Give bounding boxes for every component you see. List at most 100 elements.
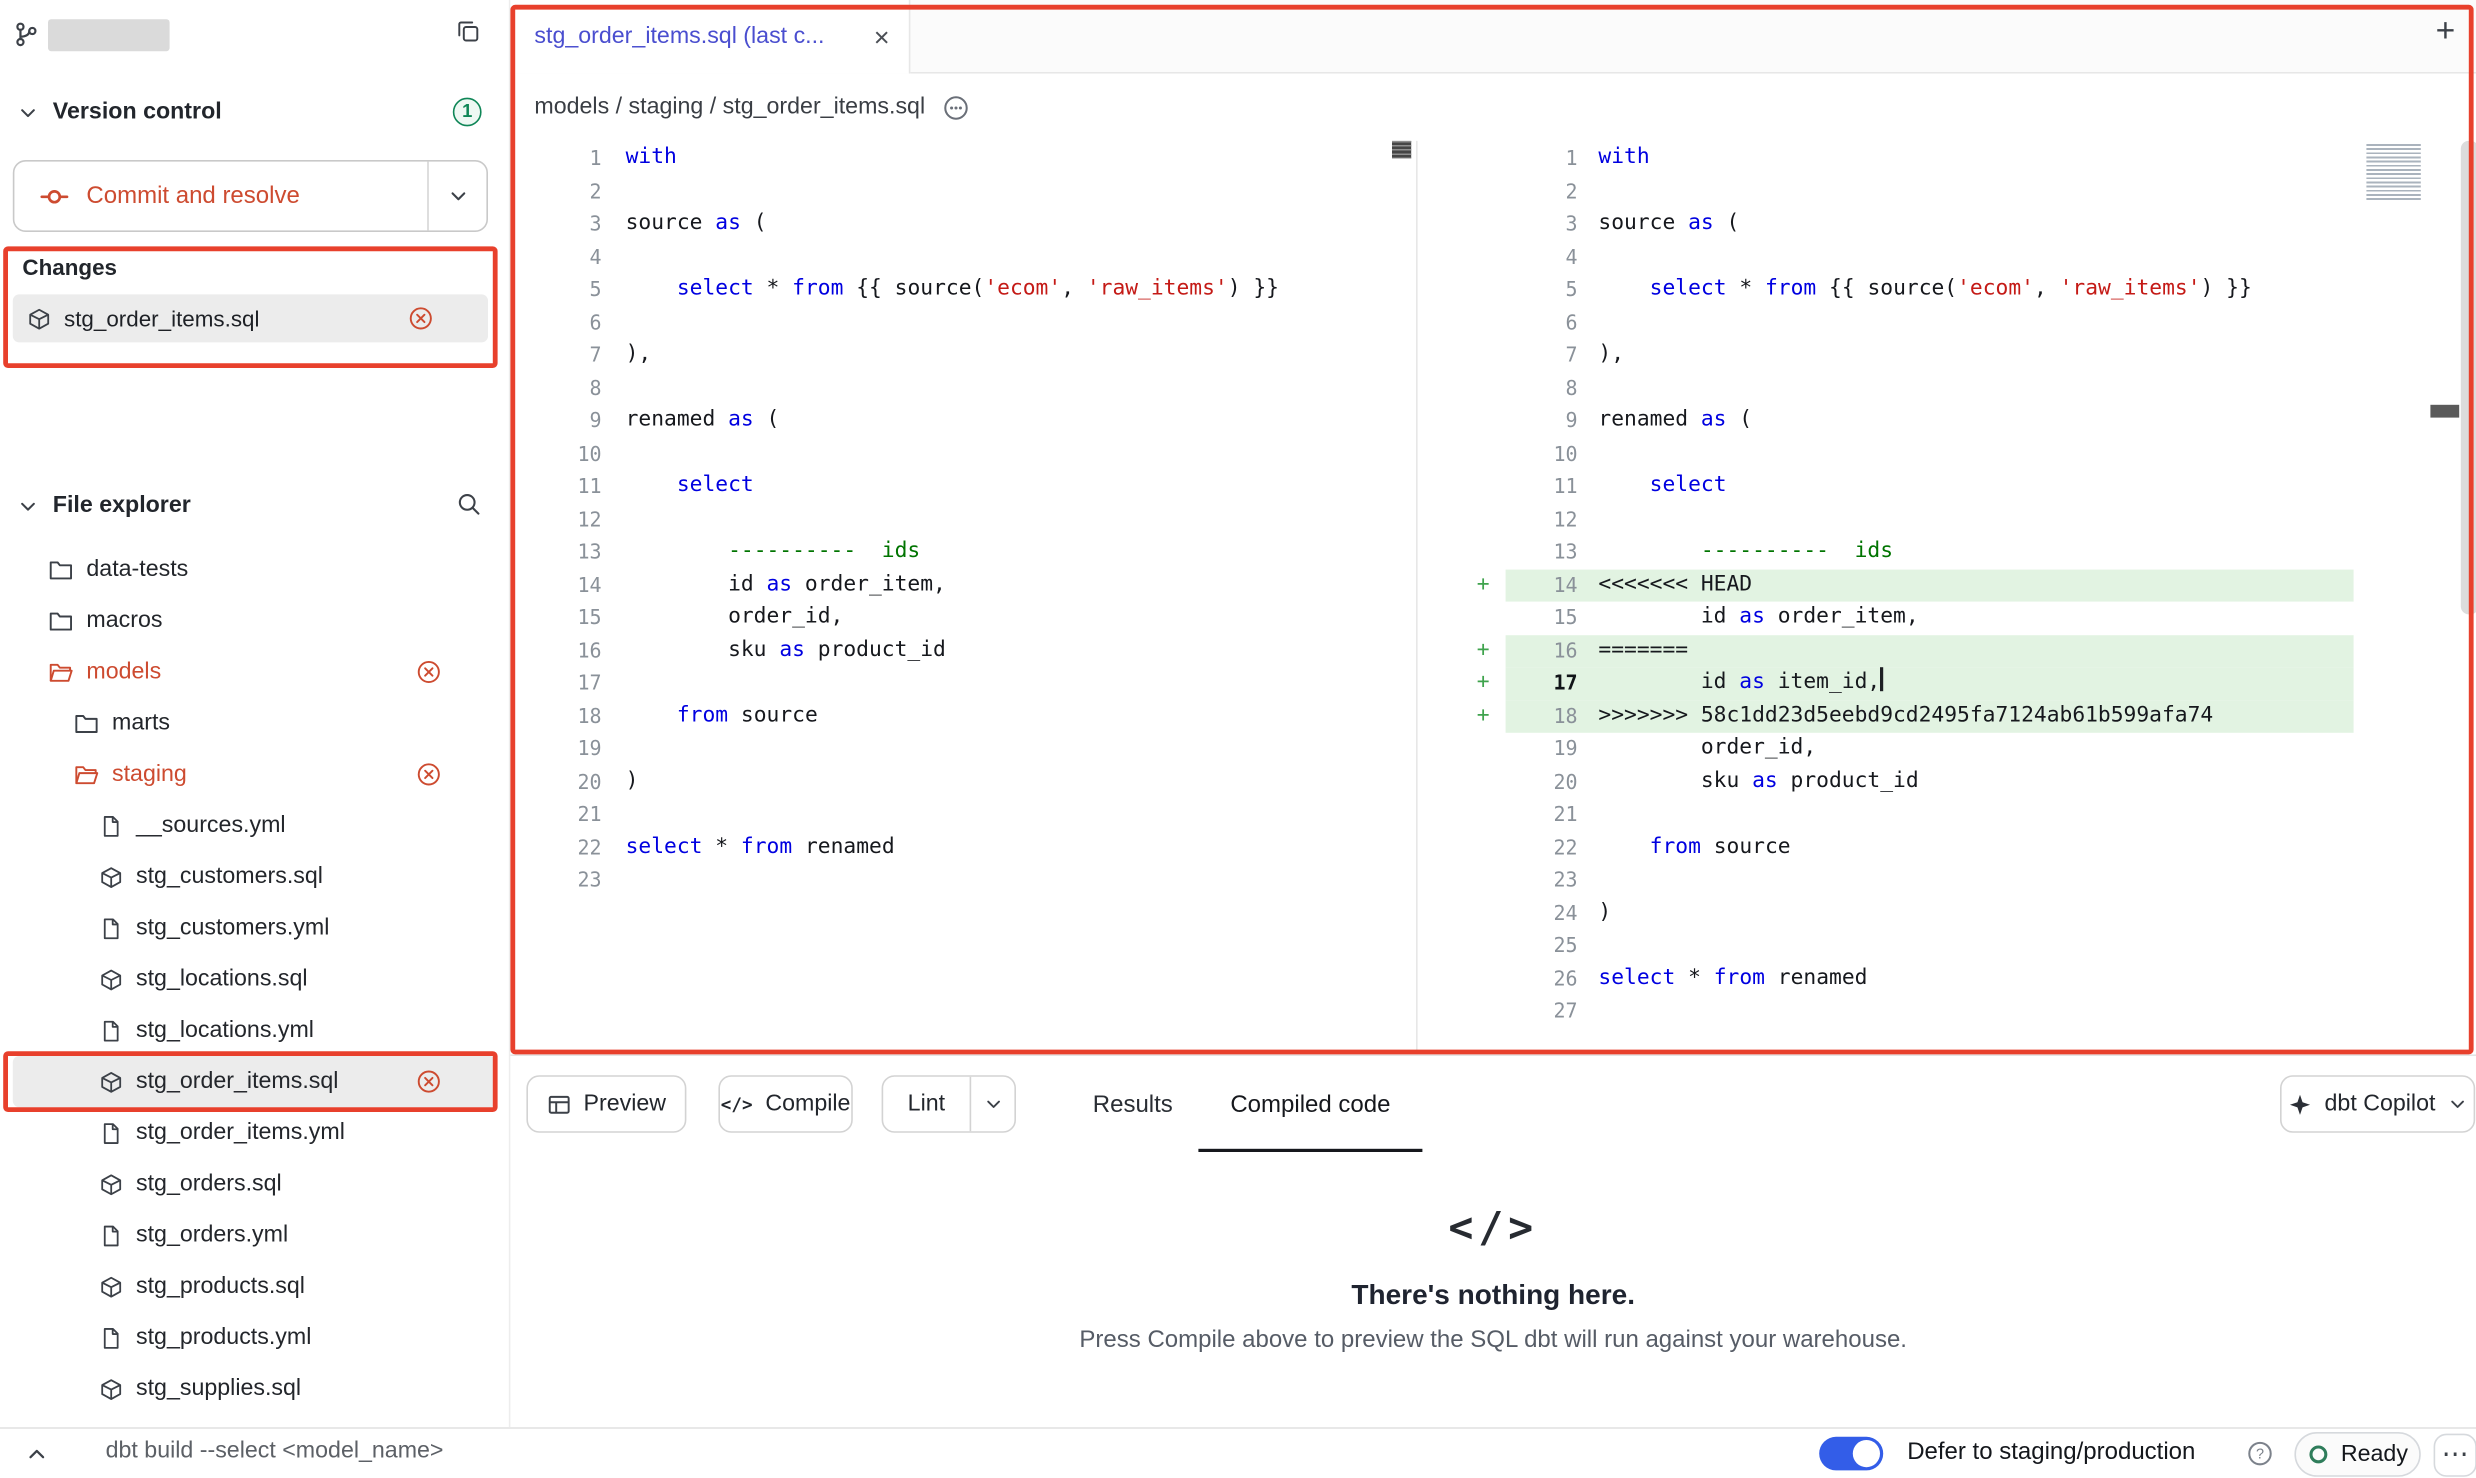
copy-icon[interactable] bbox=[456, 19, 480, 43]
conflict-icon[interactable] bbox=[416, 762, 442, 788]
code-line: 22 from source bbox=[1418, 831, 2476, 864]
help-icon[interactable]: ? bbox=[2246, 1439, 2273, 1466]
editor-area: stg_order_items.sql (last c... × + model… bbox=[509, 0, 2476, 1426]
diff-pane-modified[interactable]: 1with23source as (45 select * from {{ so… bbox=[1418, 142, 2476, 1028]
compile-button[interactable]: </> Compile bbox=[718, 1075, 852, 1133]
file-explorer-item-marts[interactable]: marts bbox=[13, 698, 496, 749]
preview-button[interactable]: Preview bbox=[526, 1075, 686, 1133]
tab-stg-order-items[interactable]: stg_order_items.sql (last c... × bbox=[510, 0, 910, 74]
chevron-up-icon[interactable] bbox=[26, 1442, 48, 1464]
file-explorer-item-stg-order-items-sql[interactable]: stg_order_items.sql bbox=[13, 1056, 496, 1107]
scrollbar-thumb[interactable] bbox=[2461, 141, 2476, 615]
line-number: 17 bbox=[1506, 667, 1578, 700]
code-line: 6 bbox=[1418, 306, 2476, 339]
diff-added-marker bbox=[1418, 438, 1506, 471]
version-control-title: Version control bbox=[53, 99, 222, 125]
dbt-copilot-button[interactable]: dbt Copilot bbox=[2280, 1075, 2475, 1133]
diff-added-marker: + bbox=[1418, 667, 1506, 700]
line-number: 23 bbox=[510, 864, 601, 897]
line-number: 16 bbox=[510, 634, 601, 667]
line-number: 26 bbox=[1506, 962, 1578, 995]
commit-options-dropdown[interactable] bbox=[427, 162, 486, 231]
file-explorer-item-models[interactable]: models bbox=[13, 646, 496, 697]
more-options-button[interactable]: ⋯ bbox=[2434, 1433, 2476, 1476]
file-icon bbox=[99, 1326, 123, 1350]
breadcrumb[interactable]: models / staging / stg_order_items.sql bbox=[534, 94, 925, 120]
editor-tab-bar: stg_order_items.sql (last c... × + bbox=[510, 0, 2476, 74]
line-number: 2 bbox=[510, 175, 601, 208]
model-icon bbox=[99, 967, 123, 991]
file-explorer-item-stg-locations-sql[interactable]: stg_locations.sql bbox=[13, 954, 496, 1005]
code-text: from source bbox=[602, 700, 818, 733]
code-line: 18 from source bbox=[510, 700, 1416, 733]
tab-compiled-code[interactable]: Compiled code bbox=[1198, 1056, 1422, 1152]
diff-added-marker bbox=[1418, 142, 1506, 175]
minimap-left[interactable] bbox=[1392, 141, 1411, 159]
file-explorer-item-stg-locations-yml[interactable]: stg_locations.yml bbox=[13, 1005, 496, 1056]
line-number: 4 bbox=[1506, 241, 1578, 274]
lint-options-dropdown[interactable] bbox=[970, 1077, 1015, 1131]
file-explorer-item-stg-products-yml[interactable]: stg_products.yml bbox=[13, 1312, 496, 1363]
lint-button[interactable]: Lint bbox=[883, 1077, 969, 1131]
diff-added-marker bbox=[1418, 602, 1506, 635]
ready-status-pill[interactable]: Ready bbox=[2294, 1431, 2420, 1476]
file-explorer-item--sources-yml[interactable]: __sources.yml bbox=[13, 800, 496, 851]
code-line: 20) bbox=[510, 766, 1416, 799]
defer-toggle[interactable] bbox=[1819, 1437, 1883, 1471]
file-name: macros bbox=[86, 608, 162, 634]
folder-open-icon bbox=[48, 659, 74, 685]
changed-file-row[interactable]: stg_order_items.sql bbox=[13, 294, 488, 342]
file-explorer-item-stg-orders-yml[interactable]: stg_orders.yml bbox=[13, 1210, 496, 1261]
lineage-icon[interactable] bbox=[943, 94, 970, 121]
overview-ruler-mark bbox=[2430, 405, 2459, 418]
git-branch-icon[interactable] bbox=[13, 21, 40, 48]
commit-and-resolve-button[interactable]: Commit and resolve bbox=[14, 162, 427, 231]
command-input[interactable]: dbt build --select <model_name> bbox=[106, 1438, 444, 1464]
diff-added-marker bbox=[1418, 930, 1506, 963]
file-explorer-item-stg-order-items-yml[interactable]: stg_order_items.yml bbox=[13, 1107, 496, 1158]
file-explorer-item-stg-customers-sql[interactable]: stg_customers.sql bbox=[13, 851, 496, 902]
file-explorer-item-stg-orders-sql[interactable]: stg_orders.sql bbox=[13, 1158, 496, 1209]
conflict-icon[interactable] bbox=[408, 306, 434, 332]
tab-results[interactable]: Results bbox=[1077, 1056, 1189, 1152]
file-explorer-item-macros[interactable]: macros bbox=[13, 595, 496, 646]
line-number: 15 bbox=[510, 602, 601, 635]
file-explorer-item-stg-customers-yml[interactable]: stg_customers.yml bbox=[13, 902, 496, 953]
minimap-right[interactable] bbox=[2366, 144, 2420, 202]
conflict-icon[interactable] bbox=[416, 1069, 442, 1095]
code-text: id as order_item, bbox=[1578, 602, 1919, 635]
search-icon[interactable] bbox=[456, 491, 482, 517]
code-text bbox=[1578, 306, 1599, 339]
diff-added-marker bbox=[1418, 962, 1506, 995]
chevron-down-icon bbox=[447, 186, 468, 207]
code-line: 7), bbox=[1418, 339, 2476, 372]
file-explorer-section-header[interactable]: File explorer bbox=[0, 480, 509, 531]
code-text bbox=[602, 798, 626, 831]
new-tab-button[interactable]: + bbox=[2436, 14, 2456, 48]
file-explorer-item-stg-products-sql[interactable]: stg_products.sql bbox=[13, 1261, 496, 1312]
line-number: 19 bbox=[510, 733, 601, 766]
code-text: source as ( bbox=[602, 208, 767, 241]
version-control-section-header[interactable]: Version control 1 bbox=[0, 86, 509, 137]
tab-close-icon[interactable]: × bbox=[874, 23, 890, 50]
code-text: order_id, bbox=[1578, 733, 1817, 766]
diff-added-marker: + bbox=[1418, 700, 1506, 733]
model-icon bbox=[99, 1172, 123, 1196]
code-text: id as item_id, bbox=[1578, 667, 1883, 700]
file-name: staging bbox=[112, 762, 187, 788]
file-explorer-item-stg-supplies-sql[interactable]: stg_supplies.sql bbox=[13, 1363, 496, 1414]
line-number: 18 bbox=[1506, 700, 1578, 733]
code-text: >>>>>>> 58c1dd23d5eebd9cd2495fa7124ab61b… bbox=[1578, 700, 2214, 733]
diff-added-marker bbox=[1418, 995, 1506, 1028]
conflict-icon[interactable] bbox=[416, 659, 442, 685]
code-text: from source bbox=[1578, 831, 1791, 864]
file-name: stg_products.yml bbox=[136, 1325, 311, 1351]
file-explorer-item-data-tests[interactable]: data-tests bbox=[13, 544, 496, 595]
diff-pane-original[interactable]: 1with23source as (45 select * from {{ so… bbox=[510, 142, 1416, 896]
chevron-down-icon bbox=[18, 495, 39, 516]
file-icon bbox=[99, 814, 123, 838]
line-number: 18 bbox=[510, 700, 601, 733]
code-text bbox=[602, 175, 626, 208]
file-explorer-item-staging[interactable]: staging bbox=[13, 749, 496, 800]
file-name: stg_locations.yml bbox=[136, 1018, 314, 1044]
